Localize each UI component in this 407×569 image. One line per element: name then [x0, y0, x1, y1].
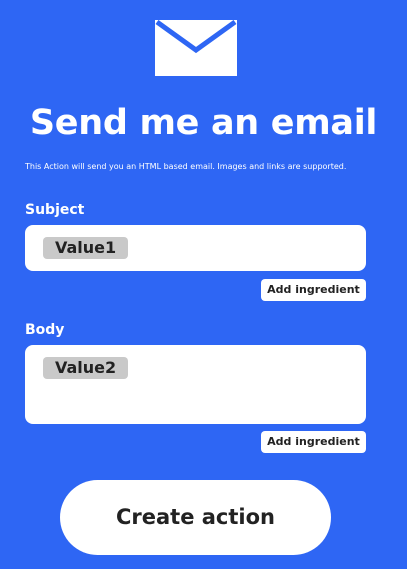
body-add-ingredient-button[interactable]: Add ingredient — [261, 431, 366, 453]
subject-ingredient-pill[interactable]: Value1 — [43, 237, 129, 259]
body-field[interactable]: Value2 — [25, 345, 366, 424]
body-label: Body — [25, 322, 65, 338]
envelope-icon — [155, 20, 237, 76]
subject-add-ingredient-button[interactable]: Add ingredient — [261, 279, 366, 301]
action-description: This Action will send you an HTML based … — [25, 162, 347, 171]
subject-label: Subject — [25, 202, 85, 218]
create-action-button[interactable]: Create action — [60, 480, 331, 555]
page-title: Send me an email — [29, 103, 378, 143]
body-ingredient-pill[interactable]: Value2 — [43, 357, 129, 379]
subject-field[interactable]: Value1 — [25, 225, 366, 271]
